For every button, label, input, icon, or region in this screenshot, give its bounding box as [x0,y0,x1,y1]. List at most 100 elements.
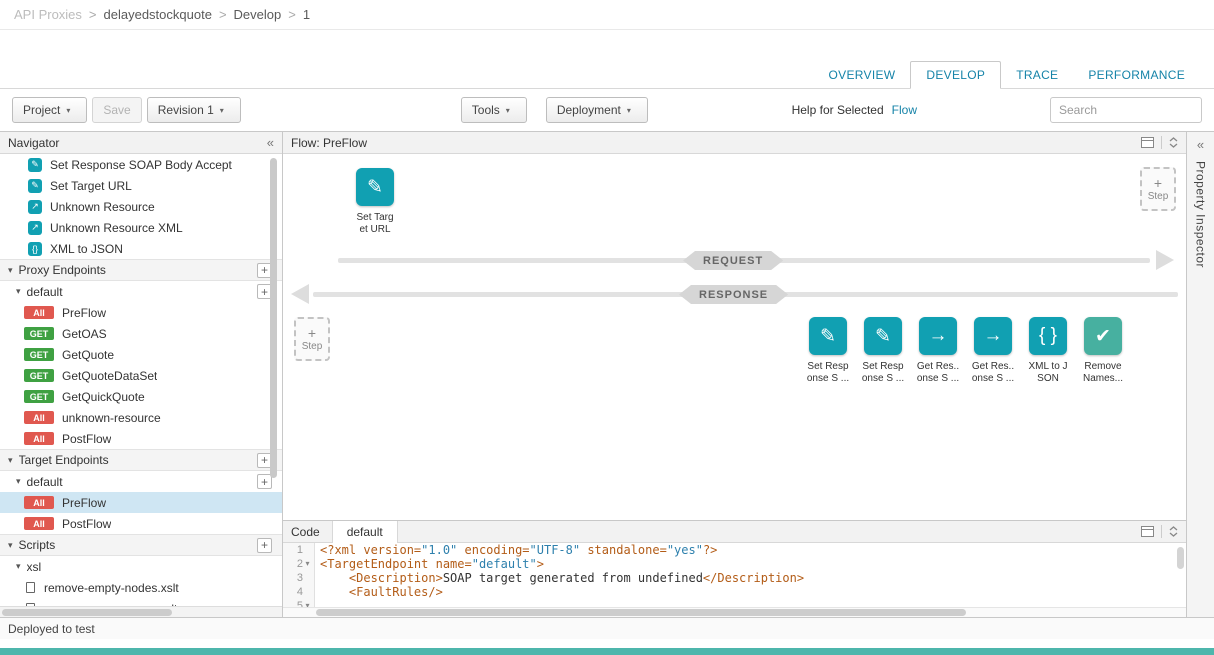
nav-label: XML to JSON [50,242,123,256]
nav-item-getquickquote[interactable]: GETGetQuickQuote [0,386,282,407]
nav-item-unknown-resource[interactable]: Allunknown-resource [0,407,282,428]
nav-item-remove-empty-nodes-xslt[interactable]: remove-empty-nodes.xslt [0,577,282,598]
collapse-panel-icon[interactable] [1169,137,1178,148]
flow-step[interactable]: →Get Res.. onse S ... [915,317,961,385]
expand-property-inspector-icon[interactable]: « [1197,137,1204,152]
line-gutter: 1 [283,543,315,557]
nav-item-unknown-resource[interactable]: ↗Unknown Resource [0,196,282,217]
caret-down-icon[interactable]: ▾ [8,265,13,276]
property-inspector-panel: « Property Inspector [1186,132,1214,617]
collapse-navigator-icon[interactable]: « [267,135,274,150]
code-token: "UTF-8" [530,543,581,557]
nav-item-postflow[interactable]: AllPostFlow [0,513,282,534]
nav-section-scripts[interactable]: ▾Scripts+ [0,534,282,556]
tab-overview[interactable]: OVERVIEW [814,62,911,88]
revision-button[interactable]: Revision 1 ▾ [147,97,241,123]
revision-button-label: Revision 1 [158,103,214,117]
tab-develop[interactable]: DEVELOP [910,61,1001,89]
code-line[interactable]: 1<?xml version="1.0" encoding="UTF-8" st… [283,543,1186,557]
nav-section-target-endpoints[interactable]: ▾Target Endpoints+ [0,449,282,471]
code-title: Code [291,525,320,539]
flow-help-link[interactable]: Flow [892,103,917,117]
add-step-button[interactable]: + Step [1140,167,1176,211]
caret-down-icon[interactable]: ▾ [8,540,13,551]
request-flow-label: REQUEST [683,251,783,270]
nav-item-preflow[interactable]: AllPreFlow [0,302,282,323]
fold-toggle-icon[interactable]: ▾ [303,557,312,571]
code-text: <FaultRules/> [315,585,443,599]
method-badge: GET [24,390,54,403]
add-step-button[interactable]: + Step [294,317,330,361]
code-token: "1.0" [421,543,457,557]
code-hscrollbar[interactable] [283,607,1186,617]
nav-item-getquotedataset[interactable]: GETGetQuoteDataSet [0,365,282,386]
nav-group-default[interactable]: ▾default+ [0,471,282,492]
code-tab-default[interactable]: default [332,521,398,543]
breadcrumb-item-api-proxies[interactable]: API Proxies [14,7,82,22]
flow-step[interactable]: ✔Remove Names... [1080,317,1126,385]
nav-item-getquote[interactable]: GETGetQuote [0,344,282,365]
breadcrumb-separator: > [89,7,97,22]
code-token [320,571,349,585]
nav-item-xml-to-json[interactable]: {}XML to JSON [0,238,282,259]
code-text [315,599,320,607]
panel-layout-icon[interactable] [1141,526,1154,537]
flow-step[interactable]: { }XML to J SON [1025,317,1071,385]
code-vscrollbar[interactable] [1177,547,1184,569]
nav-item-remove-namespaces-xslt[interactable]: remove-namespaces.xslt [0,598,282,606]
flow-step[interactable]: →Get Res.. onse S ... [970,317,1016,385]
pencil-icon: ✎ [28,158,42,172]
caret-down-icon[interactable]: ▾ [16,476,21,487]
nav-group-xsl[interactable]: ▾xsl [0,556,282,577]
save-button[interactable]: Save [92,97,141,123]
flow-step[interactable]: ✎Set Resp onse S ... [805,317,851,385]
tab-trace[interactable]: TRACE [1001,62,1073,88]
add-button[interactable]: + [257,538,272,553]
breadcrumb-item-develop[interactable]: Develop [234,7,282,22]
project-button[interactable]: Project ▾ [12,97,87,123]
nav-group-default[interactable]: ▾default+ [0,281,282,302]
breadcrumb-item-delayedstockquote[interactable]: delayedstockquote [104,7,212,22]
line-gutter: 5▾ [283,599,315,607]
code-token: ?> [703,543,717,557]
code-line[interactable]: 2▾<TargetEndpoint name="default"> [283,557,1186,571]
nav-label: default [27,285,63,299]
toolbar-right: Help for Selected Flow [792,97,1202,123]
deployment-button[interactable]: Deployment ▾ [546,97,648,123]
nav-label: PostFlow [62,517,111,531]
flow-step[interactable]: ✎Set Targ et URL [343,168,407,236]
collapse-panel-icon[interactable] [1169,526,1178,537]
code-line[interactable]: 4 <FaultRules/> [283,585,1186,599]
code-line[interactable]: 3 <Description>SOAP target generated fro… [283,571,1186,585]
caret-down-icon[interactable]: ▾ [16,286,21,297]
flow-step[interactable]: ✎Set Resp onse S ... [860,317,906,385]
response-arrow-icon [291,284,309,304]
caret-down-icon[interactable]: ▾ [8,455,13,466]
nav-item-postflow[interactable]: AllPostFlow [0,428,282,449]
nav-item-set-response-soap-body-accept[interactable]: ✎Set Response SOAP Body Accept [0,154,282,175]
navigator-tree: ✎Set Response SOAP Body Accept✎Set Targe… [0,154,282,606]
nav-item-set-target-url[interactable]: ✎Set Target URL [0,175,282,196]
search-input[interactable] [1050,97,1202,123]
code-line[interactable]: 5▾ [283,599,1186,607]
tab-performance[interactable]: PERFORMANCE [1073,62,1200,88]
navigator-hscrollbar[interactable] [0,606,282,617]
project-button-label: Project [23,103,60,117]
flow-step-label: Set Targ et URL [343,212,407,236]
nav-item-preflow[interactable]: AllPreFlow [0,492,282,513]
tools-button[interactable]: Tools ▾ [461,97,527,123]
line-gutter: 3 [283,571,315,585]
nav-item-getoas[interactable]: GETGetOAS [0,323,282,344]
code-token: <FaultRules/> [349,585,443,599]
caret-down-icon: ▾ [506,106,510,115]
navigator-scrollbar[interactable] [270,158,277,478]
panel-layout-icon[interactable] [1141,137,1154,148]
add-step-label: Step [302,341,323,352]
code-token: "yes" [667,543,703,557]
nav-item-unknown-resource-xml[interactable]: ↗Unknown Resource XML [0,217,282,238]
fold-toggle-icon[interactable]: ▾ [303,599,312,607]
caret-down-icon[interactable]: ▾ [16,561,21,572]
flow-area: Flow: PreFlow ✎Set Targ et URL + [283,132,1186,617]
nav-label: Unknown Resource [50,200,155,214]
nav-section-proxy-endpoints[interactable]: ▾Proxy Endpoints+ [0,259,282,281]
